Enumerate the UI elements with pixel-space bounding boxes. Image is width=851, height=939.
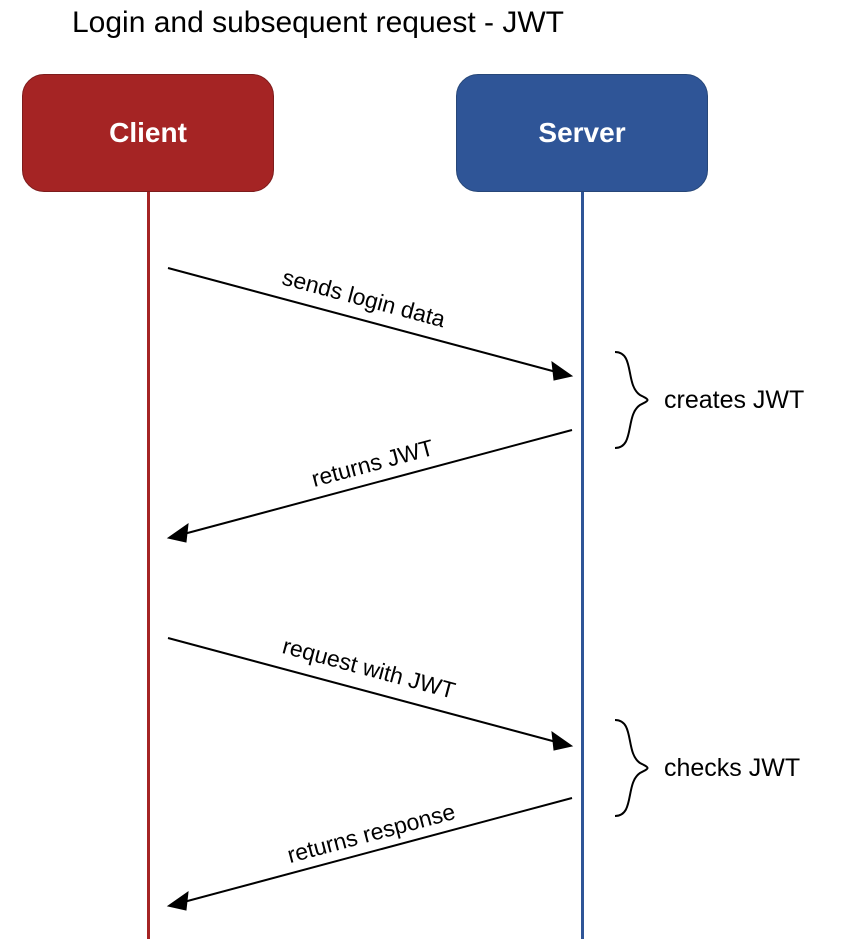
- brace-n2: [615, 720, 648, 816]
- actor-server-label: Server: [538, 117, 625, 149]
- arrow-m1-head: [552, 362, 572, 380]
- brace-n1: [615, 352, 648, 448]
- label-m4: returns response: [284, 798, 458, 869]
- sequence-diagram: Login and subsequent request - JWT Clien…: [0, 0, 851, 939]
- diagram-title: Login and subsequent request - JWT: [72, 6, 564, 40]
- arrow-m4-head: [168, 892, 188, 910]
- actor-client-label: Client: [109, 117, 187, 149]
- lifeline-client: [147, 192, 150, 939]
- arrow-m2-line: [180, 430, 572, 535]
- label-m3: request with JWT: [280, 632, 459, 704]
- label-m2: returns JWT: [309, 434, 437, 492]
- lifeline-server: [581, 192, 584, 939]
- note-n2: checks JWT: [664, 754, 800, 783]
- actor-client: Client: [22, 74, 274, 192]
- label-m1: sends login data: [279, 264, 448, 333]
- arrow-m4-line: [180, 798, 572, 903]
- note-n1: creates JWT: [664, 386, 804, 415]
- arrow-m2-head: [168, 524, 188, 542]
- actor-server: Server: [456, 74, 708, 192]
- arrow-m3-head: [552, 732, 572, 750]
